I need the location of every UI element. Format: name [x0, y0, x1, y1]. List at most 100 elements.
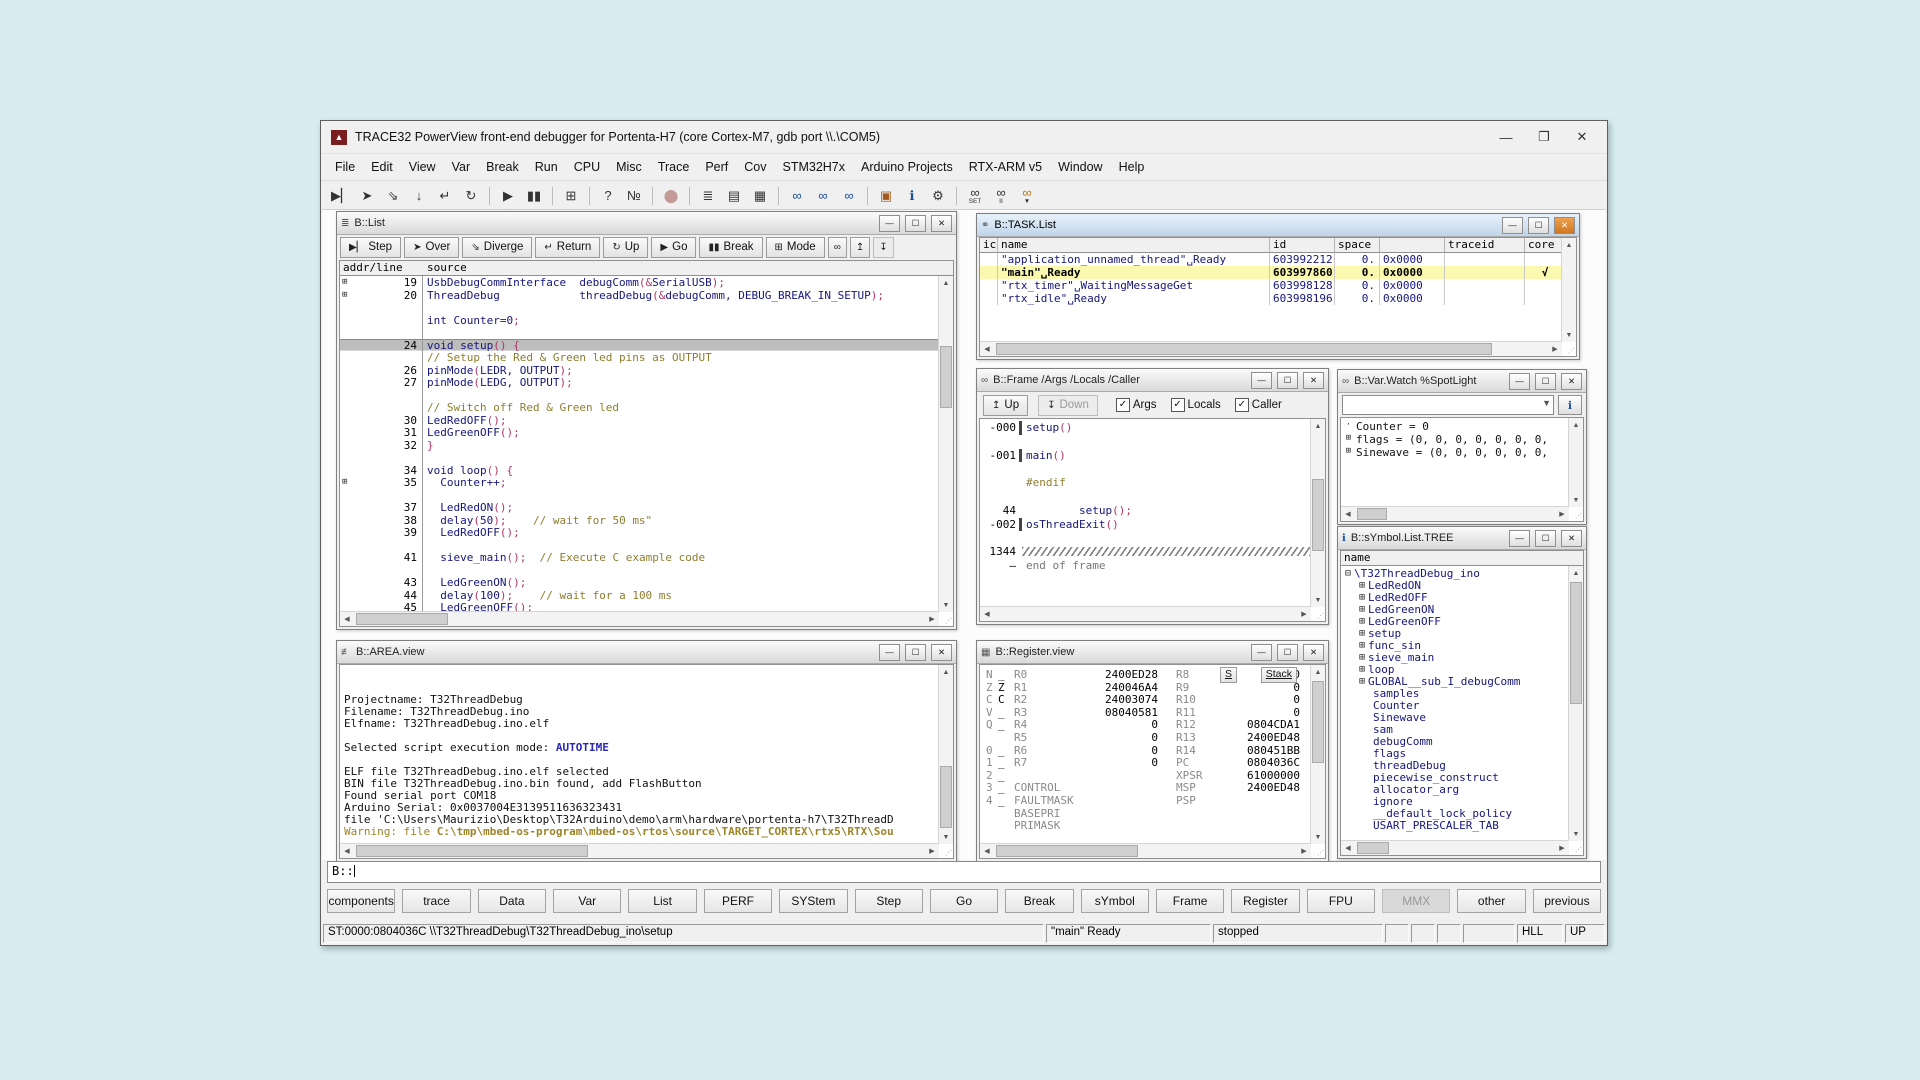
symbol-tree-item[interactable]: threadDebug — [1341, 759, 1569, 771]
register-horizontal-scrollbar[interactable]: ◀▶ — [980, 843, 1311, 858]
source-line[interactable]: 39 LedRedOFF(); — [340, 526, 939, 539]
step-down-icon[interactable]: ↓ — [407, 185, 431, 207]
softkey-frame[interactable]: Frame — [1156, 889, 1224, 913]
tree-expand-icon[interactable]: ⊞ — [1359, 604, 1365, 615]
resize-grip[interactable]: ⋰ — [1317, 612, 1324, 620]
watch-variable-row[interactable]: ⊞flags = (0, 0, 0, 0, 0, 0, 0, — [1341, 433, 1569, 446]
list-up-button[interactable]: ↻Up — [603, 237, 648, 258]
resize-grip[interactable]: ⋰ — [1575, 512, 1582, 520]
minimize-button[interactable]: — — [1491, 130, 1521, 145]
register-row[interactable]: V_R308040581R110 — [980, 706, 1311, 719]
softkey-other[interactable]: other — [1457, 889, 1525, 913]
resize-grip[interactable]: ⋰ — [1575, 846, 1582, 854]
source-line[interactable] — [340, 489, 939, 502]
code-expand-icon[interactable]: ⊞ — [342, 277, 347, 287]
set-glasses-icon[interactable]: ∞SET — [963, 185, 987, 207]
source-line[interactable]: 27pinMode(LEDG, OUTPUT); — [340, 376, 939, 389]
symbol-tree-item[interactable]: ⊞func_sin — [1341, 639, 1569, 651]
list-diverge-button[interactable]: ⇘Diverge — [462, 237, 532, 258]
context-help-icon[interactable]: № — [622, 185, 646, 207]
list-mode-button[interactable]: ⊞Mode — [766, 237, 825, 258]
resize-grip[interactable]: ⋰ — [945, 849, 952, 857]
menu-item-perf[interactable]: Perf — [697, 157, 736, 177]
tree-expand-icon[interactable]: ⊞ — [1359, 616, 1365, 627]
softkey-break[interactable]: Break — [1005, 889, 1073, 913]
tree-expand-icon[interactable]: ⊞ — [1359, 592, 1365, 603]
step-return-icon[interactable]: ↵ — [433, 185, 457, 207]
source-line[interactable] — [340, 451, 939, 464]
frame-minimize-button[interactable]: — — [1251, 372, 1272, 389]
tree-expand-icon[interactable]: ⊞ — [1359, 580, 1365, 591]
register-row[interactable]: R50R132400ED48 — [980, 731, 1311, 744]
register-row[interactable]: CCR224003074R100 — [980, 693, 1311, 706]
softkey-perf[interactable]: PERF — [704, 889, 772, 913]
peripherals-icon[interactable]: ▣ — [874, 185, 898, 207]
menu-item-window[interactable]: Window — [1050, 157, 1110, 177]
symbol-tree-item[interactable]: Counter — [1341, 699, 1569, 711]
go-return-glasses-icon[interactable]: ∞ⅠⅠ — [989, 185, 1013, 207]
frame-line[interactable]: -000setup() — [980, 421, 1311, 435]
symbol-tree-item[interactable]: ⊞setup — [1341, 627, 1569, 639]
softkey-go[interactable]: Go — [930, 889, 998, 913]
source-line[interactable]: ⊞20ThreadDebug threadDebug(&debugComm, D… — [340, 289, 939, 302]
menu-item-file[interactable]: File — [327, 157, 363, 177]
menu-item-cpu[interactable]: CPU — [566, 157, 608, 177]
frame-line[interactable] — [980, 462, 1311, 476]
register-row[interactable]: BASEPRI — [980, 807, 1311, 820]
step-diverge-icon[interactable]: ⇘ — [381, 185, 405, 207]
frame-line[interactable]: —end of frame — [980, 559, 1311, 573]
register-row[interactable]: PRIMASK — [980, 819, 1311, 832]
source-line[interactable]: 26pinMode(LEDR, OUTPUT); — [340, 364, 939, 377]
task-close-button[interactable]: ✕ — [1554, 217, 1575, 234]
watch-horizontal-scrollbar[interactable]: ◀▶ — [1341, 506, 1569, 521]
list-over-button[interactable]: ➤Over — [404, 237, 459, 258]
symbol-tree-item[interactable]: samples — [1341, 687, 1569, 699]
frame-horizontal-scrollbar[interactable]: ◀▶ — [980, 606, 1311, 621]
source-line[interactable]: 41 sieve_main(); // Execute C example co… — [340, 551, 939, 564]
frame-line[interactable] — [980, 435, 1311, 449]
softkey-symbol[interactable]: sYmbol — [1081, 889, 1149, 913]
frame-line[interactable]: 1344 — [980, 545, 1311, 559]
source-line[interactable] — [340, 389, 939, 402]
resize-grip[interactable]: ⋰ — [945, 617, 952, 625]
command-line-input[interactable]: B:: — [327, 861, 1601, 883]
resize-grip[interactable]: ⋰ — [1568, 347, 1575, 355]
symbol-tree-item[interactable]: ⊞loop — [1341, 663, 1569, 675]
source-line[interactable]: int Counter=0; — [340, 314, 939, 327]
frame-vertical-scrollbar[interactable]: ▲▼ — [1310, 419, 1325, 607]
code-expand-icon[interactable]: ⊞ — [342, 477, 347, 487]
symbol-tree-item[interactable]: ⊞LedGreenON — [1341, 603, 1569, 615]
source-line[interactable]: // Setup the Red & Green led pins as OUT… — [340, 351, 939, 364]
tree-expand-icon[interactable]: ⊞ — [1359, 628, 1365, 639]
register-vertical-scrollbar[interactable]: ▲▼ — [1310, 665, 1325, 844]
task-minimize-button[interactable]: — — [1502, 217, 1523, 234]
watch-window-titlebar[interactable]: ∞ B::Var.Watch %SpotLight — ☐ ✕ — [1338, 370, 1586, 393]
symbol-tree-item[interactable]: ⊟\T32ThreadDebug_ino — [1341, 567, 1569, 579]
list-maximize-button[interactable]: ☐ — [905, 215, 926, 232]
menu-item-edit[interactable]: Edit — [363, 157, 401, 177]
area-window-titlebar[interactable]: ≢ B::AREA.view — ☐ ✕ — [337, 641, 956, 664]
expand-icon[interactable]: · — [1341, 420, 1356, 433]
menu-item-misc[interactable]: Misc — [608, 157, 650, 177]
list-icon-button[interactable]: ↧ — [873, 237, 893, 258]
symbol-tree-item[interactable]: ignore — [1341, 795, 1569, 807]
tree-expand-icon[interactable]: ⊞ — [1359, 652, 1365, 663]
list-window-titlebar[interactable]: ≣ B::List — ☐ ✕ — [337, 212, 956, 235]
tree-maximize-button[interactable]: ☐ — [1535, 530, 1556, 547]
softkey-var[interactable]: Var — [553, 889, 621, 913]
register-row[interactable]: Q_R40R120804CDA1 — [980, 718, 1311, 731]
tree-window-titlebar[interactable]: ℹ B::sYmbol.List.TREE — ☐ ✕ — [1338, 527, 1586, 550]
source-line[interactable] — [340, 326, 939, 339]
tree-horizontal-scrollbar[interactable]: ◀▶ — [1341, 840, 1569, 855]
menu-item-break[interactable]: Break — [478, 157, 527, 177]
softkey-step[interactable]: Step — [855, 889, 923, 913]
register-window-titlebar[interactable]: ▦ B::Register.view — ☐ ✕ — [977, 641, 1328, 664]
system-info-icon[interactable]: ℹ — [900, 185, 924, 207]
code-expand-icon[interactable]: ⊞ — [342, 290, 347, 300]
symbol-tree-item[interactable]: sam — [1341, 723, 1569, 735]
register-s-button[interactable]: S — [1220, 667, 1237, 683]
menu-item-rtx-arm-v5[interactable]: RTX-ARM v5 — [961, 157, 1050, 177]
maximize-button[interactable]: ❐ — [1529, 129, 1559, 145]
watch-close-button[interactable]: ✕ — [1561, 373, 1582, 390]
help-icon[interactable]: ? — [596, 185, 620, 207]
